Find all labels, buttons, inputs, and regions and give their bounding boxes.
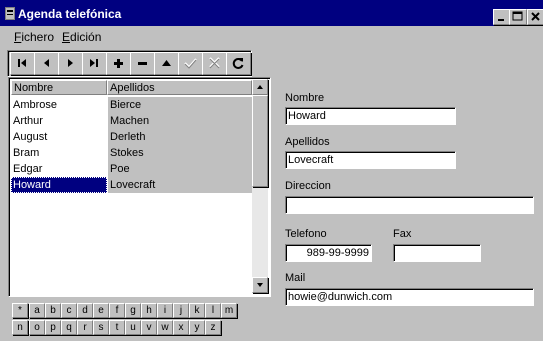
letter-button-n[interactable]: n [12,320,28,335]
column-header-apellidos[interactable]: Apellidos [107,80,252,95]
letter-button-t[interactable]: t [109,320,125,335]
letter-button-j[interactable]: j [173,303,189,318]
nombre-label: Nombre [285,92,325,104]
scroll-up-arrow-icon [257,85,263,89]
refresh-button[interactable] [226,52,251,75]
next-record-icon [68,59,73,67]
direccion-label: Direccion [285,180,331,192]
cell-nombre[interactable]: Arthur [11,113,107,129]
letter-button-m[interactable]: m [221,303,237,318]
plus-icon [114,59,123,68]
close-icon [531,12,540,21]
menu-edicion[interactable]: Edición [62,30,101,44]
scroll-up-button[interactable] [252,79,268,95]
nombre-field[interactable]: Howard [285,107,456,125]
letter-button-r[interactable]: r [77,320,93,335]
apellidos-field[interactable]: Lovecraft [285,151,456,169]
cell-nombre[interactable]: Edgar [11,161,107,177]
vertical-scrollbar[interactable] [252,79,268,293]
table-row[interactable]: Bram Stokes [11,145,252,161]
letter-button-l[interactable]: l [205,303,221,318]
cell-apellidos[interactable]: Lovecraft [108,177,252,193]
cell-nombre[interactable]: Howard [11,177,107,193]
fax-field[interactable] [393,244,481,262]
title-bar[interactable]: Agenda telefónica [0,0,543,26]
first-record-icon [18,59,26,67]
letter-button-f[interactable]: f [109,303,125,318]
letter-button-d[interactable]: d [77,303,93,318]
letter-button-e[interactable]: e [93,303,109,318]
mail-field[interactable]: howie@dunwich.com [285,288,534,306]
letter-button-v[interactable]: v [141,320,157,335]
insert-record-button[interactable] [106,52,131,75]
cell-apellidos[interactable]: Poe [108,161,252,177]
letter-button-a[interactable]: a [29,303,45,318]
delete-record-button[interactable] [130,52,155,75]
letter-button-w[interactable]: w [157,320,173,335]
next-record-button[interactable] [58,52,83,75]
cell-apellidos[interactable]: Stokes [108,145,252,161]
edit-record-button[interactable] [154,52,179,75]
cell-nombre[interactable]: Ambrose [11,97,107,113]
menu-fichero[interactable]: Fichero [14,30,54,44]
letter-button-o[interactable]: o [29,320,45,335]
cancel-x-icon [209,57,220,69]
letter-button-q[interactable]: q [61,320,77,335]
first-record-button[interactable] [10,52,35,75]
window-title: Agenda telefónica [18,7,122,21]
cell-apellidos[interactable]: Machen [108,113,252,129]
letter-button-g[interactable]: g [125,303,141,318]
close-button[interactable] [527,9,543,25]
apellidos-label: Apellidos [285,136,330,148]
letter-button-h[interactable]: h [141,303,157,318]
grid-body: Nombre Apellidos Ambrose Bierce Arthur M… [11,80,252,294]
minus-icon [138,62,147,65]
letter-button-i[interactable]: i [157,303,173,318]
letter-button-x[interactable]: x [173,320,189,335]
post-record-button[interactable] [178,52,203,75]
cell-apellidos[interactable]: Bierce [108,97,252,113]
letter-button-z[interactable]: z [205,320,221,335]
direccion-field[interactable] [285,196,534,214]
cancel-record-button[interactable] [202,52,227,75]
mail-label: Mail [285,272,306,284]
prior-record-button[interactable] [34,52,59,75]
cell-nombre[interactable]: Bram [11,145,107,161]
cell-apellidos[interactable]: Derleth [108,129,252,145]
refresh-icon [232,58,244,69]
last-record-button[interactable] [82,52,107,75]
telefono-field[interactable]: 989-99-9999 [285,244,372,262]
letter-button-k[interactable]: k [189,303,205,318]
letter-button-s[interactable]: s [93,320,109,335]
column-header-nombre[interactable]: Nombre [11,80,107,95]
letter-button-p[interactable]: p [45,320,61,335]
table-row[interactable]: Arthur Machen [11,113,252,129]
letter-button-y[interactable]: y [189,320,205,335]
scroll-down-arrow-icon [257,283,263,287]
letter-button-all[interactable]: * [12,303,28,318]
maximize-icon [512,11,523,21]
prior-record-icon [44,59,49,67]
table-row-selected[interactable]: Howard Lovecraft [11,177,252,193]
minimize-icon [498,19,504,21]
menu-bar: Fichero Edición [0,27,543,45]
letter-button-u[interactable]: u [125,320,141,335]
telefono-label: Telefono [285,228,327,240]
checkmark-icon [184,58,197,69]
table-row[interactable]: Edgar Poe [11,161,252,177]
alphabet-index: * a b c d e f g h i j k l m n o p q r s … [8,301,270,337]
letter-button-c[interactable]: c [61,303,77,318]
cell-nombre[interactable]: August [11,129,107,145]
table-row[interactable]: Ambrose Bierce [11,97,252,113]
last-record-icon [90,59,98,67]
fax-label: Fax [393,228,412,240]
phonebook-icon [4,7,16,20]
letter-button-b[interactable]: b [45,303,61,318]
scroll-down-button[interactable] [252,277,268,293]
table-row[interactable]: August Derleth [11,129,252,145]
maximize-button[interactable] [509,9,527,25]
contacts-grid: Nombre Apellidos Ambrose Bierce Arthur M… [8,77,271,297]
up-triangle-icon [162,60,171,66]
scrollbar-thumb[interactable] [252,95,268,187]
